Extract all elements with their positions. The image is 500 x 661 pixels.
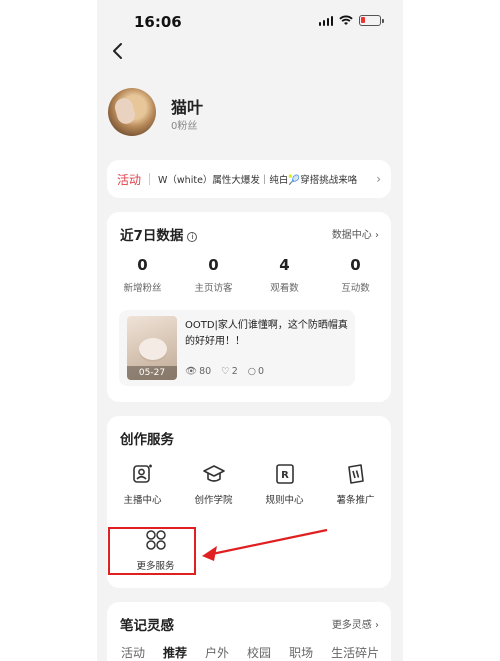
metric-value: 0 bbox=[208, 256, 219, 274]
tab-campus[interactable]: 校园 bbox=[247, 644, 271, 661]
wifi-icon bbox=[339, 15, 353, 25]
chevron-right-icon: › bbox=[376, 172, 381, 186]
service-creator-academy[interactable]: 创作学院 bbox=[178, 462, 249, 506]
comment-icon: ○ bbox=[247, 366, 257, 377]
user-name: 猫叶 bbox=[171, 98, 204, 117]
service-rules-center[interactable]: R 规则中心 bbox=[249, 462, 320, 506]
note-title: OOTD|家人们谁懂啊，这个防晒帽真的好好用！！ bbox=[185, 320, 348, 347]
views-count: 80 bbox=[199, 366, 212, 377]
inspiration-title: 笔记灵感 bbox=[120, 618, 174, 634]
stats-card: 近7日数据 i 数据中心 › 0 新增粉丝 0 主页访客 4 观看数 0 互动数 … bbox=[107, 212, 391, 402]
data-center-link[interactable]: 数据中心 › bbox=[332, 226, 379, 241]
info-icon[interactable]: i bbox=[187, 232, 198, 242]
promotion-icon bbox=[344, 462, 368, 486]
fans-count: 0粉丝 bbox=[171, 121, 198, 132]
service-label: 主播中心 bbox=[123, 495, 162, 506]
annotation-highlight-box bbox=[108, 527, 196, 575]
activity-tag: 活动 bbox=[117, 172, 142, 187]
activity-text: W（white）属性大爆发｜纯白🎾穿搭挑战来咯 bbox=[158, 175, 358, 186]
metric-value: 0 bbox=[350, 256, 361, 274]
eye-icon: 👁 bbox=[185, 366, 198, 377]
battery-icon bbox=[359, 15, 384, 26]
activity-banner[interactable]: 活动 W（white）属性大爆发｜纯白🎾穿搭挑战来咯 › bbox=[107, 160, 391, 198]
status-time: 16:06 bbox=[134, 13, 182, 31]
tab-workplace[interactable]: 职场 bbox=[289, 644, 313, 661]
note-thumbnail: 05-27 bbox=[127, 316, 177, 380]
metric-value: 0 bbox=[137, 256, 148, 274]
signal-icon bbox=[318, 15, 333, 26]
service-label: 创作学院 bbox=[194, 495, 233, 506]
back-button[interactable] bbox=[111, 42, 131, 64]
host-center-icon bbox=[131, 462, 155, 486]
metric-visitors[interactable]: 0 主页访客 bbox=[178, 256, 249, 294]
tab-activity[interactable]: 活动 bbox=[121, 644, 145, 661]
divider bbox=[149, 173, 151, 185]
metric-interactions[interactable]: 0 互动数 bbox=[320, 256, 391, 294]
tab-life-fragments[interactable]: 生活碎片 bbox=[331, 644, 379, 661]
rules-icon: R bbox=[273, 462, 297, 486]
avatar[interactable] bbox=[108, 88, 156, 136]
metric-new-fans[interactable]: 0 新增粉丝 bbox=[107, 256, 178, 294]
tab-recommended[interactable]: 推荐 bbox=[163, 644, 187, 661]
tab-outdoor[interactable]: 户外 bbox=[205, 644, 229, 661]
likes-count: 2 bbox=[231, 366, 238, 377]
comments-stat: ○ 0 bbox=[248, 366, 264, 377]
note-item[interactable]: 05-27 OOTD|家人们谁懂啊，这个防晒帽真的好好用！！ 👁 80 ♡ 2 ○ 0 bbox=[119, 310, 355, 386]
views-stat: 👁 80 bbox=[185, 366, 211, 377]
metric-label: 新增粉丝 bbox=[123, 283, 162, 294]
service-label: 薯条推广 bbox=[336, 495, 375, 506]
stats-title-text: 近7日数据 bbox=[120, 228, 184, 244]
note-date: 05-27 bbox=[127, 366, 177, 380]
comments-count: 0 bbox=[258, 366, 265, 377]
likes-stat: ♡ 2 bbox=[221, 366, 238, 377]
service-promotion[interactable]: 薯条推广 bbox=[320, 462, 391, 506]
graduation-cap-icon bbox=[202, 462, 226, 486]
metric-label: 观看数 bbox=[270, 283, 299, 294]
metric-views[interactable]: 4 观看数 bbox=[249, 256, 320, 294]
svg-text:R: R bbox=[281, 470, 289, 481]
status-icons bbox=[318, 15, 384, 26]
heart-icon: ♡ bbox=[221, 366, 230, 377]
metrics-row: 0 新增粉丝 0 主页访客 4 观看数 0 互动数 bbox=[107, 256, 391, 294]
services-title: 创作服务 bbox=[120, 432, 174, 448]
chevron-left-icon bbox=[113, 43, 122, 59]
status-bar: 16:06 bbox=[97, 0, 403, 44]
service-label: 规则中心 bbox=[265, 495, 304, 506]
inspiration-tabs: 活动 推荐 户外 校园 职场 生活碎片 bbox=[121, 644, 379, 661]
inspiration-card: 笔记灵感 更多灵感 › 活动 推荐 户外 校园 职场 生活碎片 bbox=[107, 602, 391, 661]
services-row: 主播中心 创作学院 R 规则中心 薯条推广 bbox=[107, 462, 391, 506]
note-meta: 👁 80 ♡ 2 ○ 0 bbox=[185, 366, 264, 377]
metric-label: 互动数 bbox=[341, 283, 370, 294]
stats-title: 近7日数据 i bbox=[120, 224, 198, 244]
more-inspiration-link[interactable]: 更多灵感 › bbox=[332, 616, 379, 631]
metric-label: 主页访客 bbox=[194, 283, 233, 294]
service-host-center[interactable]: 主播中心 bbox=[107, 462, 178, 506]
metric-value: 4 bbox=[279, 256, 290, 274]
